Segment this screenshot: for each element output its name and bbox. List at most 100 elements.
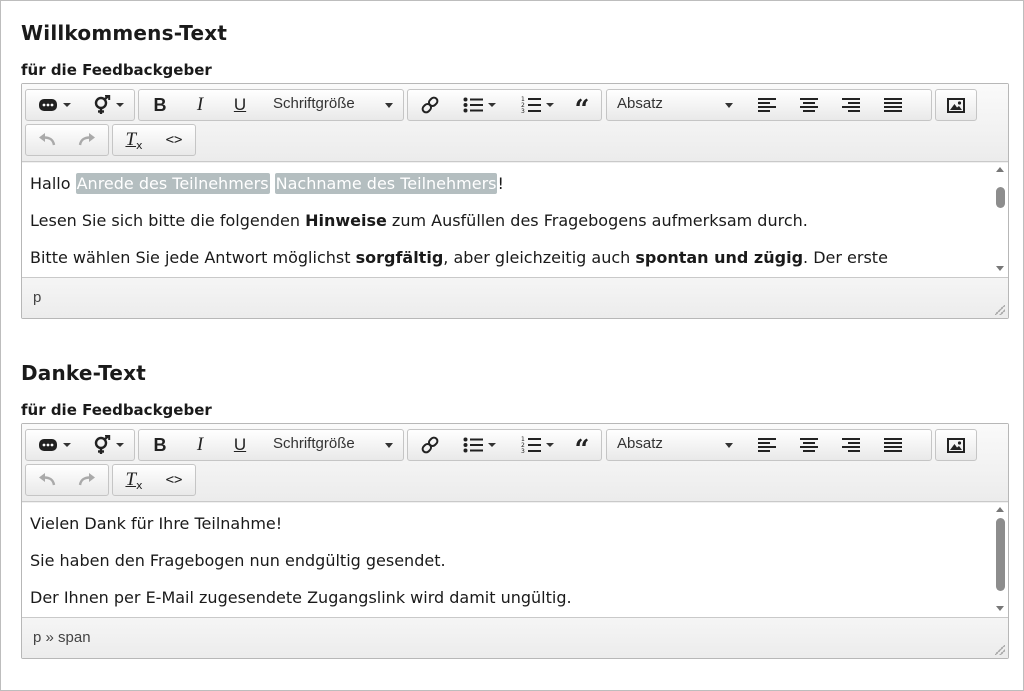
editor-scrollbar[interactable] bbox=[992, 163, 1008, 277]
align-center-icon bbox=[800, 437, 818, 453]
scroll-down-icon[interactable] bbox=[996, 606, 1004, 611]
align-center-button[interactable] bbox=[789, 430, 829, 460]
toolbar-group-image bbox=[935, 89, 977, 121]
paragraph[interactable]: Lesen Sie sich bitte die folgenden Hinwe… bbox=[22, 202, 1008, 239]
thanks-section: Danke-Text für die Feedbackgeber B I U S… bbox=[21, 359, 1009, 659]
gender-icon bbox=[93, 95, 111, 115]
blockquote-button[interactable]: “ bbox=[564, 90, 600, 123]
undo-button[interactable] bbox=[28, 465, 66, 495]
align-right-button[interactable] bbox=[831, 90, 871, 120]
format-dropdown[interactable]: Absatz bbox=[607, 430, 741, 460]
align-right-icon bbox=[842, 97, 860, 113]
source-code-icon: <> bbox=[165, 132, 183, 148]
bullet-list-button[interactable] bbox=[454, 430, 504, 460]
scroll-up-icon[interactable] bbox=[996, 507, 1004, 512]
link-button[interactable] bbox=[410, 90, 450, 120]
blockquote-button[interactable]: “ bbox=[564, 430, 600, 463]
editor-toolbar: B I U Schriftgröße 123 “ Absatz Tx <> bbox=[22, 424, 1008, 502]
bold-button[interactable]: B bbox=[141, 90, 179, 120]
chevron-down-icon bbox=[725, 103, 733, 108]
placeholder-icon bbox=[38, 97, 58, 113]
scroll-thumb[interactable] bbox=[996, 518, 1005, 592]
bold-button[interactable]: B bbox=[141, 430, 179, 460]
link-button[interactable] bbox=[410, 430, 450, 460]
placeholder-lastname[interactable]: Nachname des Teilnehmers bbox=[274, 173, 498, 194]
toolbar-group-format: B I U Schriftgröße bbox=[138, 89, 404, 121]
image-button[interactable] bbox=[937, 430, 975, 460]
bold-text: spontan und zügig bbox=[635, 248, 804, 267]
toolbar-group-lists: 123 “ bbox=[407, 89, 602, 123]
align-left-icon bbox=[758, 437, 776, 453]
gender-button[interactable] bbox=[82, 430, 134, 460]
editor-content[interactable]: Hallo Anrede des Teilnehmers Nachname de… bbox=[22, 163, 1008, 277]
redo-button[interactable] bbox=[68, 125, 106, 155]
paragraph[interactable]: Bitte wählen Sie jede Antwort möglichst … bbox=[22, 239, 1008, 276]
redo-button[interactable] bbox=[68, 465, 106, 495]
scroll-up-icon[interactable] bbox=[996, 167, 1004, 172]
justify-button[interactable] bbox=[873, 430, 913, 460]
redo-icon bbox=[78, 133, 96, 147]
element-path[interactable]: p bbox=[33, 289, 41, 306]
paragraph[interactable]: Der Ihnen per E-Mail zugesendete Zugangs… bbox=[22, 579, 1008, 616]
numbered-list-button[interactable]: 123 bbox=[512, 430, 562, 460]
bold-icon: B bbox=[153, 434, 167, 455]
underline-icon: U bbox=[233, 435, 247, 454]
paragraph[interactable]: Hallo Anrede des Teilnehmers Nachname de… bbox=[22, 165, 1008, 202]
text-run: zum Ausfüllen des Fragebogens aufmerksam… bbox=[386, 211, 808, 230]
font-size-label: Schriftgröße bbox=[273, 95, 355, 112]
format-dropdown[interactable]: Absatz bbox=[607, 90, 741, 120]
underline-button[interactable]: U bbox=[221, 430, 259, 460]
clear-format-button[interactable]: Tx bbox=[115, 125, 153, 155]
gender-icon bbox=[93, 435, 111, 455]
image-button[interactable] bbox=[937, 90, 975, 120]
placeholder-salutation[interactable]: Anrede des Teilnehmers bbox=[75, 173, 270, 194]
chevron-down-icon bbox=[487, 443, 496, 447]
italic-icon: I bbox=[196, 94, 204, 115]
font-size-dropdown[interactable]: Schriftgröße bbox=[263, 430, 403, 460]
numbered-list-button[interactable]: 123 bbox=[512, 90, 562, 120]
editor-scrollbar[interactable] bbox=[992, 503, 1008, 617]
font-size-dropdown[interactable]: Schriftgröße bbox=[263, 90, 403, 120]
underline-button[interactable]: U bbox=[221, 90, 259, 120]
italic-button[interactable]: I bbox=[181, 430, 219, 460]
justify-button[interactable] bbox=[873, 90, 913, 120]
element-path[interactable]: p » span bbox=[33, 629, 91, 646]
font-size-label: Schriftgröße bbox=[273, 435, 355, 452]
align-center-button[interactable] bbox=[789, 90, 829, 120]
toolbar-group-insert bbox=[25, 429, 135, 461]
bold-text: sorgfältig bbox=[355, 248, 444, 267]
toolbar-group-lists: 123 “ bbox=[407, 429, 602, 463]
resize-handle-icon[interactable] bbox=[995, 305, 1005, 315]
scroll-down-icon[interactable] bbox=[996, 266, 1004, 271]
align-right-button[interactable] bbox=[831, 430, 871, 460]
bullet-list-button[interactable] bbox=[454, 90, 504, 120]
image-icon bbox=[947, 437, 965, 453]
source-code-icon: <> bbox=[165, 472, 183, 488]
resize-handle-icon[interactable] bbox=[995, 645, 1005, 655]
format-label: Absatz bbox=[617, 95, 663, 112]
source-code-button[interactable]: <> bbox=[155, 465, 193, 495]
italic-button[interactable]: I bbox=[181, 90, 219, 120]
scroll-thumb[interactable] bbox=[996, 186, 1005, 209]
editor-content[interactable]: Vielen Dank für Ihre Teilnahme! Sie haben… bbox=[22, 503, 1008, 617]
paragraph[interactable]: Sie haben den Fragebogen nun endgültig g… bbox=[22, 542, 1008, 579]
italic-icon: I bbox=[196, 434, 204, 455]
thanks-title: Danke-Text bbox=[21, 361, 147, 385]
clear-format-button[interactable]: Tx bbox=[115, 465, 153, 495]
page-frame: Willkommens-Text für die Feedbackgeber B… bbox=[0, 0, 1024, 691]
paragraph[interactable]: Vielen Dank für Ihre Teilnahme! bbox=[22, 505, 1008, 542]
toolbar-group-image bbox=[935, 429, 977, 461]
text-run: Bitte wählen Sie jede Antwort möglichst bbox=[30, 248, 356, 267]
clear-format-icon: Tx bbox=[125, 129, 143, 152]
gender-button[interactable] bbox=[82, 90, 134, 120]
align-left-button[interactable] bbox=[747, 90, 787, 120]
undo-button[interactable] bbox=[28, 125, 66, 155]
placeholder-button[interactable] bbox=[28, 90, 80, 120]
source-code-button[interactable]: <> bbox=[155, 125, 193, 155]
chevron-down-icon bbox=[487, 103, 496, 107]
chevron-down-icon bbox=[725, 443, 733, 448]
align-left-button[interactable] bbox=[747, 430, 787, 460]
svg-text:3: 3 bbox=[521, 448, 525, 454]
placeholder-button[interactable] bbox=[28, 430, 80, 460]
chevron-down-icon bbox=[385, 443, 393, 448]
